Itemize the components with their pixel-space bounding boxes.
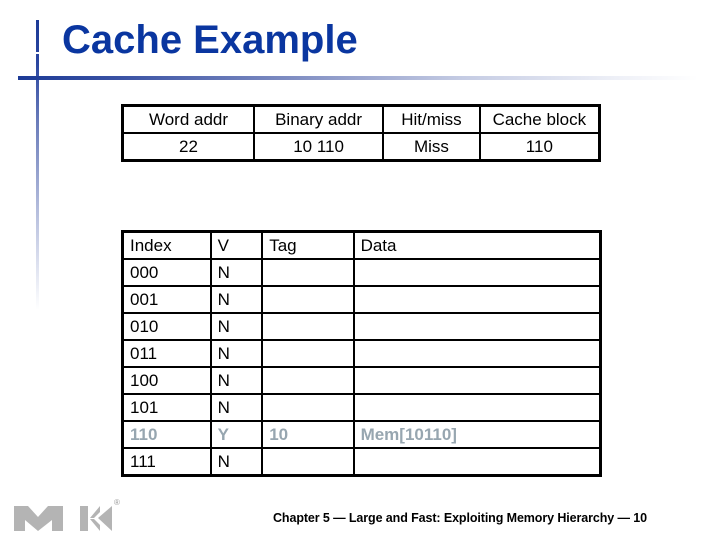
cell-index: 110 [121,420,212,449]
table-row: 100 N [121,366,602,395]
cell-valid: N [209,258,264,287]
access-table-row: 22 10 110 Miss 110 [121,132,601,162]
access-table-header-row: Word addr Binary addr Hit/miss Cache blo… [121,104,601,134]
header-cache-block: Cache block [478,104,601,134]
cache-table: Index V Tag Data 000 N 001 N 010 N 011 N… [121,230,602,477]
cell-valid: Y [209,420,264,449]
logo-k-lower-chevron [90,519,100,531]
cell-valid: N [209,312,264,341]
table-row: 111 N [121,447,602,477]
morgan-kaufmann-logo-icon: ® [14,498,120,531]
header-tag: Tag [261,230,355,260]
cell-tag: 10 [261,420,355,449]
cell-tag [261,339,355,368]
registered-mark: ® [114,498,120,507]
table-row: 001 N [121,285,602,314]
table-row: 101 N [121,393,602,422]
header-hit-miss: Hit/miss [382,104,481,134]
cell-index: 100 [121,366,212,395]
cell-data [352,339,602,368]
cell-tag [261,393,355,422]
cell-index: 010 [121,312,212,341]
table-row: 000 N [121,258,602,287]
cell-valid: N [209,447,264,477]
table-row: 011 N [121,339,602,368]
table-row: 010 N [121,312,602,341]
logo-k-triangle [98,506,112,531]
cell-tag [261,312,355,341]
decorative-vertical-rule [36,20,39,310]
cell-index: 000 [121,258,212,287]
cell-data [352,447,602,477]
cell-data [352,366,602,395]
cell-data [352,312,602,341]
header-valid: V [209,230,264,260]
cell-index: 101 [121,393,212,422]
cell-tag [261,258,355,287]
cell-valid: N [209,339,264,368]
cell-tag [261,285,355,314]
cell-data [352,258,602,287]
cell-index: 111 [121,447,212,477]
cell-index: 011 [121,339,212,368]
cell-data: Mem[10110] [352,420,602,449]
access-table: Word addr Binary addr Hit/miss Cache blo… [121,104,601,162]
cache-table-header-row: Index V Tag Data [121,230,602,260]
cell-valid: N [209,285,264,314]
header-binary-addr: Binary addr [252,104,385,134]
cell-tag [261,366,355,395]
cell-binary-addr: 10 110 [252,132,385,162]
logo-m-shape [14,506,63,531]
cell-hit-miss: Miss [382,132,481,162]
cell-index: 001 [121,285,212,314]
table-row-highlighted: 110 Y 10 Mem[10110] [121,420,602,449]
cell-word-addr: 22 [121,132,255,162]
cell-cache-block: 110 [478,132,601,162]
slide-footer: Chapter 5 — Large and Fast: Exploiting M… [273,511,647,525]
logo-k-bar [80,506,88,531]
cell-tag [261,447,355,477]
logo-k-upper-chevron [90,506,100,518]
cell-data [352,285,602,314]
cell-data [352,393,602,422]
decorative-horizontal-rule [18,76,698,80]
header-index: Index [121,230,212,260]
decorative-rule-notch [36,52,39,54]
cell-valid: N [209,393,264,422]
header-word-addr: Word addr [121,104,255,134]
header-data: Data [352,230,602,260]
slide-title: Cache Example [62,18,358,62]
cell-valid: N [209,366,264,395]
